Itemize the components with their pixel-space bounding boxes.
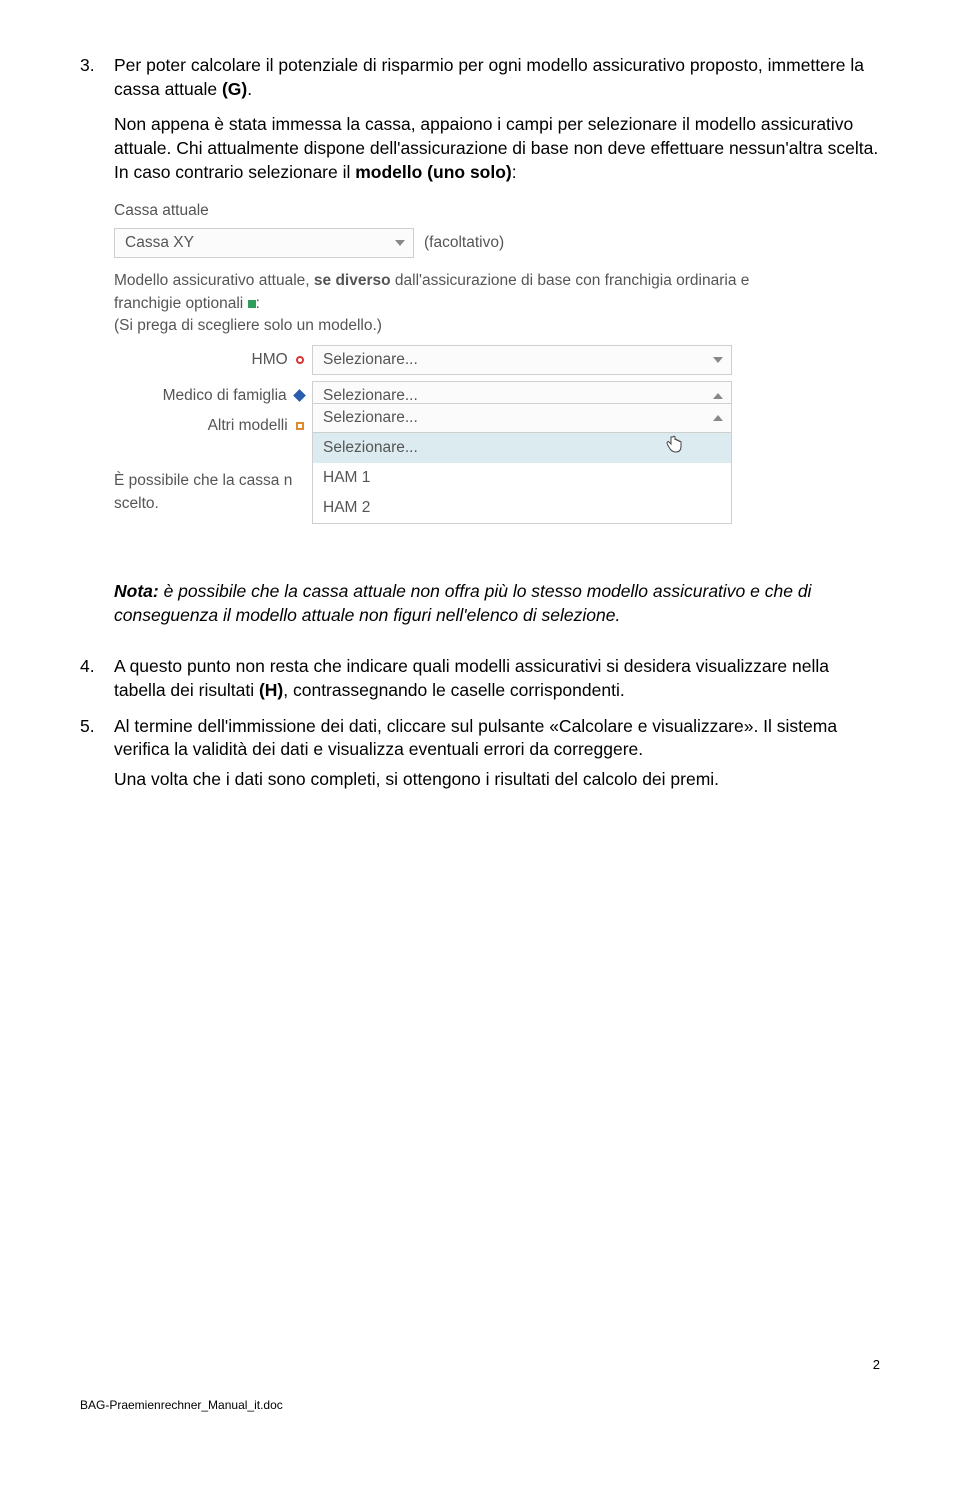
option-label: HAM 2	[323, 499, 370, 516]
list-item-5: 5. Al termine dell'immissione dei dati, …	[80, 715, 880, 798]
altri-dropdown: Selezionare... Selezionare... HAM 1 HAM	[312, 403, 732, 524]
hmo-select[interactable]: Selezionare...	[312, 345, 732, 375]
row-hmo: HMO Selezionare...	[114, 345, 784, 375]
cassa-value: Cassa XY	[125, 234, 194, 252]
cassa-select[interactable]: Cassa XY	[114, 228, 414, 258]
green-square-icon	[248, 300, 256, 308]
label-altri: Altri modelli	[114, 417, 312, 435]
chevron-up-icon	[713, 415, 723, 421]
text-bold: modello (uno solo)	[355, 162, 512, 182]
ref-h: (H)	[259, 680, 283, 700]
nota-block: Nota: è possibile che la cassa attuale n…	[114, 580, 880, 627]
truncated-text: È possibile che la cassa n scelto.	[114, 470, 309, 515]
chevron-down-icon	[713, 357, 723, 363]
chevron-down-icon	[395, 240, 405, 246]
label-medico: Medico di famiglia	[114, 387, 312, 405]
altri-select[interactable]: Selezionare...	[312, 403, 732, 433]
list-body: A questo punto non resta che indicare qu…	[114, 655, 880, 708]
cursor-hand-icon	[665, 435, 683, 460]
list-item-3: 3. Per poter calcolare il potenziale di …	[80, 54, 880, 107]
list-body: Al termine dell'immissione dei dati, cli…	[114, 715, 880, 798]
list-number: 4.	[80, 655, 114, 708]
dropdown-list: Selezionare... HAM 1 HAM 2	[312, 433, 732, 524]
text: :	[256, 295, 260, 312]
text: :	[512, 162, 517, 182]
form-heading: Cassa attuale	[114, 202, 784, 220]
facoltativo-label: (facoltativo)	[424, 234, 504, 252]
page-footer: 2 BAG-Praemienrechner_Manual_it.doc	[80, 1357, 880, 1412]
paragraph: Non appena è stata immessa la cassa, app…	[114, 113, 880, 184]
row-cassa: Cassa XY (facoltativo)	[114, 228, 784, 258]
page-number: 2	[80, 1357, 880, 1372]
select-placeholder: Selezionare...	[323, 409, 418, 427]
nota-text: è possibile che la cassa attuale non off…	[114, 581, 811, 625]
text: HMO	[252, 351, 288, 368]
red-circle-icon	[296, 356, 304, 364]
list-body: Per poter calcolare il potenziale di ris…	[114, 54, 880, 107]
label-hmo: HMO	[114, 351, 312, 369]
text: Altri modelli	[208, 417, 288, 434]
text: Una volta che i dati sono completi, si o…	[114, 769, 719, 789]
doc-filename: BAG-Praemienrechner_Manual_it.doc	[80, 1398, 880, 1412]
ref-g: (G)	[222, 79, 247, 99]
list-item-4: 4. A questo punto non resta che indicare…	[80, 655, 880, 708]
list-number: 5.	[80, 715, 114, 798]
chevron-up-icon	[713, 393, 723, 399]
text: , contrassegnando le caselle corrisponde…	[283, 680, 624, 700]
list-number: 3.	[80, 54, 114, 107]
text: scelto.	[114, 495, 159, 512]
nota-label: Nota:	[114, 581, 159, 601]
orange-square-icon	[296, 422, 304, 430]
text: .	[247, 79, 252, 99]
option-label: Selezionare...	[323, 439, 418, 456]
option-label: HAM 1	[323, 469, 370, 486]
form-note: (Si prega di scegliere solo un modello.)	[114, 317, 784, 335]
form-screenshot: Cassa attuale Cassa XY (facoltativo) Mod…	[114, 202, 784, 524]
text: Al termine dell'immissione dei dati, cli…	[114, 716, 837, 760]
dropdown-option-selezionare[interactable]: Selezionare...	[313, 433, 731, 463]
form-description: Modello assicurativo attuale, se diverso…	[114, 270, 784, 315]
text: Medico di famiglia	[163, 387, 287, 404]
select-placeholder: Selezionare...	[323, 351, 418, 369]
dropdown-option-ham1[interactable]: HAM 1	[313, 463, 731, 493]
text: È possibile che la cassa n	[114, 472, 292, 489]
blue-diamond-icon	[293, 390, 306, 403]
text: Modello assicurativo attuale,	[114, 272, 314, 289]
dropdown-option-ham2[interactable]: HAM 2	[313, 493, 731, 523]
text-bold: se diverso	[314, 272, 391, 289]
